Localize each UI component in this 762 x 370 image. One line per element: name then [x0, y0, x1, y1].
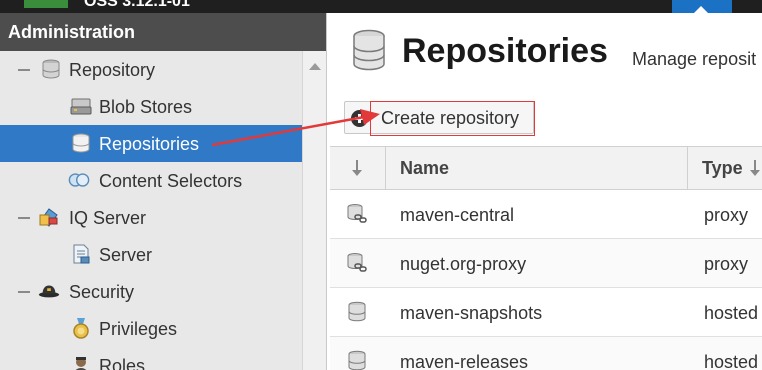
iq-server-icon: [39, 208, 58, 227]
database-icon: [353, 29, 385, 71]
sidebar-item-iq-server[interactable]: IQ Server: [0, 199, 302, 236]
sidebar-item-label: IQ Server: [69, 208, 147, 228]
sidebar-item-blob-stores[interactable]: Blob Stores: [0, 88, 302, 125]
repository-name: nuget.org-proxy: [400, 254, 527, 274]
repository-name: maven-releases: [400, 352, 529, 370]
sidebar-item-repository[interactable]: Repository: [0, 51, 302, 88]
collapse-toggle[interactable]: [18, 69, 30, 71]
sidebar-item-label: Repository: [69, 60, 156, 80]
sidebar-item-repositories[interactable]: Repositories: [0, 125, 302, 162]
sidebar-item-roles[interactable]: Roles: [0, 347, 302, 370]
collapse-toggle[interactable]: [18, 217, 30, 219]
column-header-name[interactable]: Name: [386, 147, 688, 189]
role-user-icon: [75, 357, 87, 370]
sidebar-item-security[interactable]: Security: [0, 273, 302, 310]
repository-type: proxy: [704, 205, 749, 225]
column-header-label: Name: [400, 158, 450, 178]
proxy-repo-icon: [347, 204, 367, 223]
create-repository-button[interactable]: Create repository: [344, 101, 535, 136]
product-logo: [24, 0, 68, 8]
content-selector-icon: [68, 173, 90, 187]
sidebar-title: Administration: [0, 13, 326, 51]
sort-down-arrow-icon: [352, 160, 362, 176]
table-header: Name Type: [330, 146, 762, 190]
column-header-label: Type: [702, 158, 743, 178]
create-repository-label: Create repository: [381, 108, 520, 128]
column-header-sort[interactable]: [330, 147, 386, 189]
repository-name: maven-central: [400, 205, 515, 225]
admin-sidebar: Administration Repository Blob Stores Re…: [0, 13, 327, 370]
blob-store-icon: [70, 98, 92, 115]
sidebar-item-label: Security: [69, 282, 135, 302]
medal-icon: [73, 318, 89, 339]
scroll-up-arrow-icon[interactable]: [309, 63, 321, 70]
top-header-bar: OSS 3.12.1-01: [0, 0, 762, 13]
repository-name: maven-snapshots: [400, 303, 543, 323]
sidebar-item-label: Roles: [99, 356, 146, 370]
repositories-toolbar: Create repository: [330, 97, 762, 147]
sidebar-item-server[interactable]: Server: [0, 236, 302, 273]
repository-type: hosted: [704, 303, 759, 323]
database-icon: [72, 133, 90, 153]
sidebar-item-label: Content Selectors: [99, 171, 243, 191]
page-subtitle: Manage reposit: [632, 49, 757, 69]
table-row[interactable]: nuget.org-proxy proxy: [330, 239, 762, 288]
proxy-repo-icon: [347, 253, 367, 272]
sidebar-scrollbar[interactable]: [302, 51, 326, 370]
collapse-toggle[interactable]: [18, 291, 30, 293]
main-content: Repositories Manage reposit Create repos…: [330, 13, 762, 370]
sidebar-item-label: Repositories: [99, 134, 200, 154]
hosted-repo-icon: [348, 301, 366, 322]
page-header: Repositories Manage reposit: [330, 13, 762, 97]
security-hat-icon: [38, 285, 60, 298]
database-icon: [42, 59, 60, 79]
admin-mode-tab[interactable]: [672, 0, 732, 13]
server-doc-icon: [73, 244, 90, 264]
sidebar-item-label: Privileges: [99, 319, 178, 339]
table-row[interactable]: maven-central proxy: [330, 190, 762, 239]
sidebar-item-label: Blob Stores: [99, 97, 193, 117]
sidebar-item-content-selectors[interactable]: Content Selectors: [0, 162, 302, 199]
repository-type: proxy: [704, 254, 749, 274]
product-version: OSS 3.12.1-01: [84, 0, 190, 10]
column-header-type[interactable]: Type: [688, 147, 762, 189]
page-title: Repositories: [402, 32, 608, 70]
sidebar-item-label: Server: [99, 245, 153, 265]
add-circle-icon: [351, 110, 368, 127]
sort-down-arrow-icon: [750, 160, 760, 176]
table-row[interactable]: maven-snapshots hosted: [330, 288, 762, 337]
sidebar-item-privileges[interactable]: Privileges: [0, 310, 302, 347]
table-row[interactable]: maven-releases hosted: [330, 337, 762, 370]
repository-type: hosted: [704, 352, 759, 370]
hosted-repo-icon: [348, 350, 366, 370]
